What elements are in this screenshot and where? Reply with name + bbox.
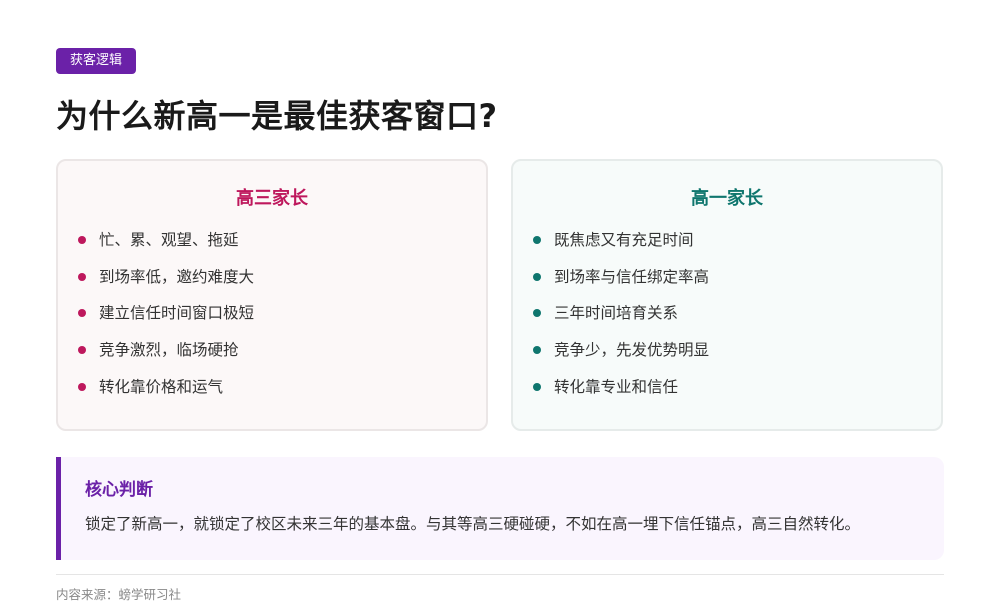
- card-title: 高一家长: [691, 188, 763, 209]
- list-item: 三年时间培育关系: [533, 302, 941, 324]
- bullet-dot-icon: [533, 272, 541, 281]
- card-senior-one-parents: 高一家长 既焦虑又有充足时间 到场率与信任绑定率高 三年时间培育关系 竞争少，先…: [511, 159, 943, 431]
- page-title: 为什么新高一是最佳获客窗口?: [56, 97, 498, 135]
- bullet-dot-icon: [533, 309, 541, 318]
- list-item: 既焦虑又有充足时间: [533, 229, 941, 251]
- list-item: 转化靠专业和信任: [533, 376, 941, 398]
- bullet-dot-icon: [78, 236, 86, 244]
- bullet-dot-icon: [533, 382, 541, 391]
- list-item-text: 忙、累、观望、拖延: [99, 231, 239, 249]
- slide: 获客逻辑 为什么新高一是最佳获客窗口? 高三家长 忙、累、观望、拖延 到场率低，…: [56, 48, 944, 602]
- category-tag: 获客逻辑: [56, 48, 137, 74]
- list-item-text: 建立信任时间窗口极短: [99, 304, 255, 323]
- core-judgement-callout: 核心判断 锁定了新高一，就锁定了校区未来三年的基本盘。与其等高三硬碰硬，不如在高…: [56, 457, 944, 560]
- bullet-dot-icon: [533, 236, 541, 244]
- list-item: 转化靠价格和运气: [78, 376, 486, 398]
- comparison-cards: 高三家长 忙、累、观望、拖延 到场率低，邀约难度大 建立信任时间窗口极短 竞争激…: [56, 159, 944, 433]
- bullet-dot-icon: [78, 309, 86, 318]
- callout-title: 核心判断: [85, 480, 153, 500]
- card-senior-three-parents: 高三家长 忙、累、观望、拖延 到场率低，邀约难度大 建立信任时间窗口极短 竞争激…: [56, 159, 488, 431]
- card-list: 既焦虑又有充足时间 到场率与信任绑定率高 三年时间培育关系 竞争少，先发优势明显…: [513, 229, 941, 398]
- bullet-dot-icon: [78, 382, 86, 391]
- footer-divider: [56, 574, 944, 575]
- list-item-text: 转化靠价格和运气: [99, 377, 224, 396]
- list-item-text: 竞争激烈，临场硬抢: [99, 341, 239, 360]
- list-item: 竞争少，先发优势明显: [533, 339, 941, 361]
- bullet-dot-icon: [533, 346, 541, 355]
- list-item: 到场率低，邀约难度大: [78, 266, 486, 288]
- list-item-text: 到场率低，邀约难度大: [99, 267, 255, 286]
- list-item: 建立信任时间窗口极短: [78, 302, 486, 324]
- list-item-text: 到场率与信任绑定率高: [554, 267, 710, 286]
- list-item-text: 竞争少，先发优势明显: [554, 341, 710, 360]
- source-note: 内容来源：螃学研习社: [56, 587, 182, 602]
- card-list: 忙、累、观望、拖延 到场率低，邀约难度大 建立信任时间窗口极短 竞争激烈，临场硬…: [58, 229, 486, 398]
- list-item: 竞争激烈，临场硬抢: [78, 339, 486, 361]
- list-item-text: 三年时间培育关系: [554, 304, 679, 323]
- list-item: 忙、累、观望、拖延: [78, 229, 486, 251]
- bullet-dot-icon: [78, 272, 86, 281]
- list-item-text: 既焦虑又有充足时间: [554, 231, 694, 249]
- list-item: 到场率与信任绑定率高: [533, 266, 941, 288]
- callout-text: 锁定了新高一，就锁定了校区未来三年的基本盘。与其等高三硬碰硬，不如在高一埋下信任…: [85, 515, 861, 533]
- bullet-dot-icon: [78, 346, 86, 355]
- card-title: 高三家长: [236, 188, 308, 209]
- list-item-text: 转化靠专业和信任: [554, 377, 679, 396]
